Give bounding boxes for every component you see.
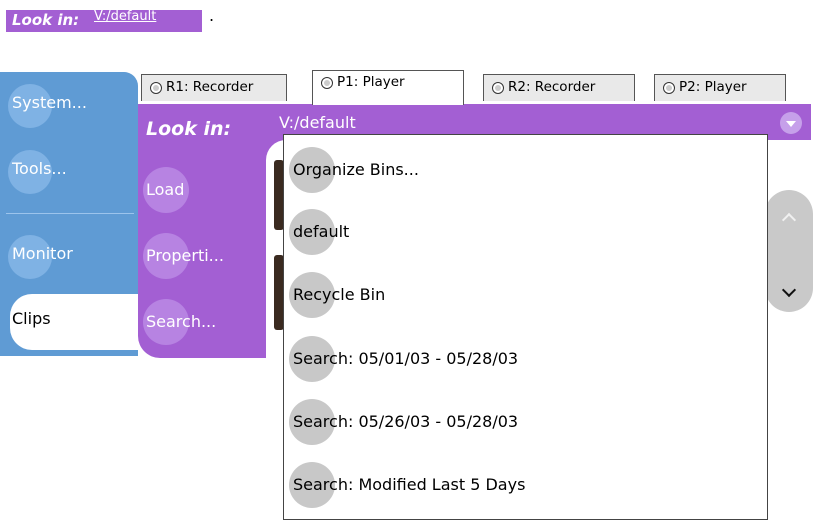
tab-label: R2: Recorder [508,79,596,95]
properties-button[interactable]: Properti... [143,233,256,283]
dropdown-item-search-3[interactable]: Search: Modified Last 5 Days [284,455,767,515]
dropdown-item-organize-bins[interactable]: Organize Bins... [284,140,767,200]
load-button[interactable]: Load [143,167,256,217]
look-in-caption: Look in: V:/default [6,9,202,32]
sidebar-item-label: Monitor [12,244,73,263]
chevron-up-glyph [781,212,797,228]
dropdown-item-recycle-bin[interactable]: Recycle Bin [284,265,767,325]
tab-r2-recorder[interactable]: R2: Recorder [483,74,635,101]
dropdown-item-label: Recycle Bin [293,285,386,304]
radio-icon [321,77,333,89]
tab-r1-recorder[interactable]: R1: Recorder [141,74,287,101]
dropdown-item-search-2[interactable]: Search: 05/26/03 - 05/28/03 [284,392,767,452]
look-in-dropdown-list: Organize Bins... default Recycle Bin Sea… [283,134,768,520]
dropdown-item-default[interactable]: default [284,202,767,262]
sidebar-item-label: Tools... [12,159,67,178]
tab-label: P2: Player [679,79,747,95]
tab-p2-player[interactable]: P2: Player [654,74,786,101]
caption-label: Look in: [12,11,80,29]
look-in-label: Look in: [146,118,232,140]
search-button[interactable]: Search... [143,299,256,349]
load-label: Load [146,180,185,199]
tab-label: P1: Player [337,74,405,90]
radio-icon [150,82,162,94]
caption-dot: . [209,6,215,25]
dropdown-item-label: Organize Bins... [293,160,419,179]
properties-label: Properti... [146,246,224,265]
sidebar-divider [6,213,134,214]
sidebar-item-monitor[interactable]: Monitor [0,229,138,285]
sidebar-item-tools[interactable]: Tools... [0,144,138,200]
chevron-up-icon[interactable] [772,200,806,234]
sidebar-item-label: System... [12,93,87,112]
dropdown-item-label: Search: 05/26/03 - 05/28/03 [293,412,519,431]
look-in-combo-value[interactable]: V:/default [279,113,356,132]
tab-label: R1: Recorder [166,79,254,95]
dropdown-item-label: Search: 05/01/03 - 05/28/03 [293,349,519,368]
sidebar-item-label: Clips [12,309,51,328]
caption-path-link[interactable]: V:/default [94,9,156,24]
chevron-down-glyph [781,282,797,298]
dropdown-item-search-1[interactable]: Search: 05/01/03 - 05/28/03 [284,329,767,389]
search-label: Search... [146,312,217,331]
sidebar-item-clips[interactable]: Clips [10,294,138,350]
sidebar: System... Tools... Monitor Clips [0,72,138,356]
chevron-down-icon[interactable] [772,275,806,309]
radio-icon [492,82,504,94]
chevron-down-icon[interactable] [780,112,802,134]
tab-p1-player[interactable]: P1: Player [312,70,464,105]
radio-icon [663,82,675,94]
sidebar-item-system[interactable]: System... [0,78,138,134]
dropdown-item-label: default [293,222,350,241]
dropdown-item-label: Search: Modified Last 5 Days [293,475,526,494]
